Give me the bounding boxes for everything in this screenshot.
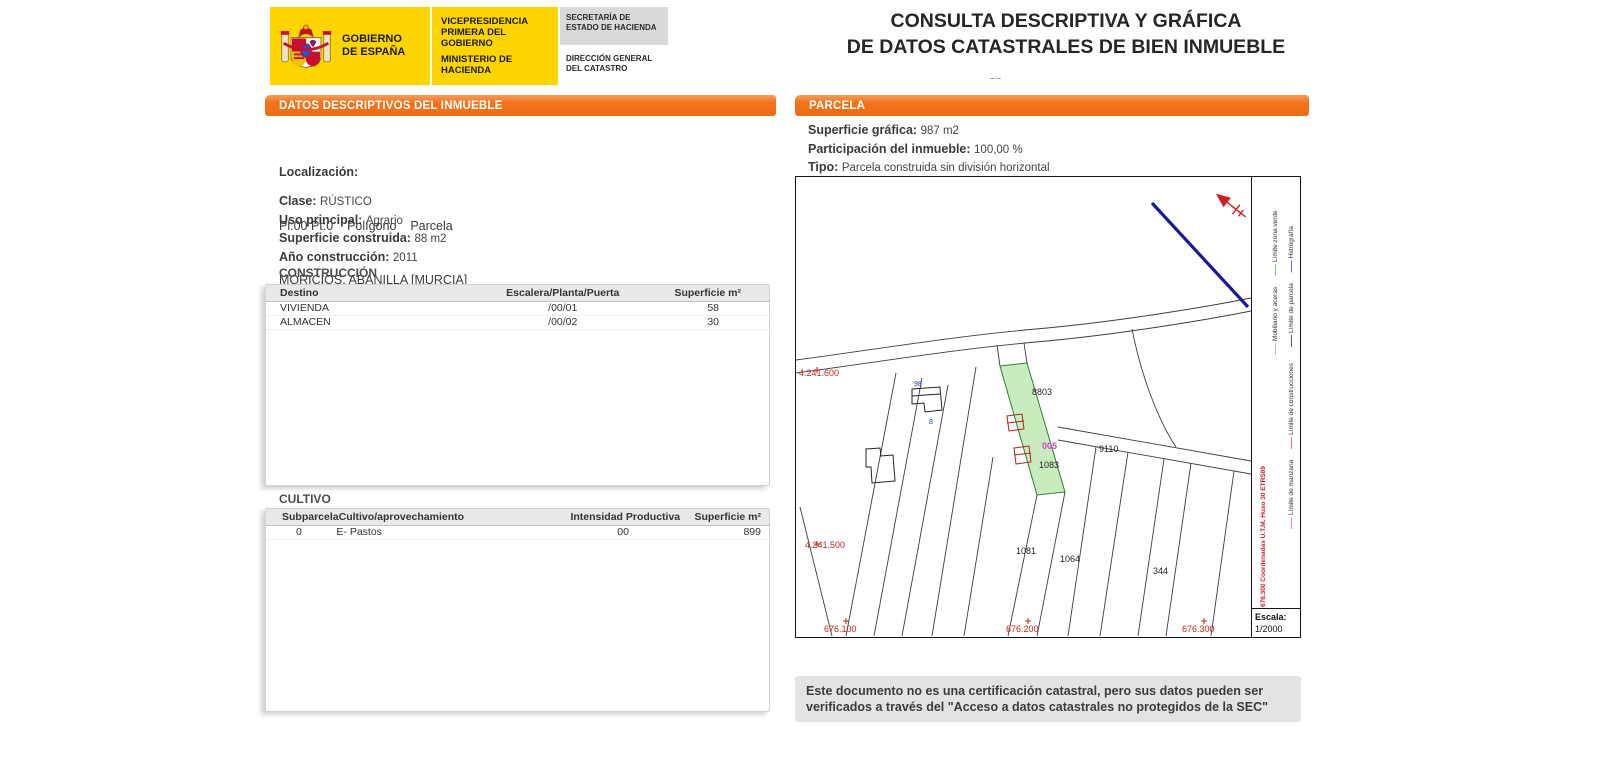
parcel-label: 9110 [1099,444,1118,454]
gobierno-logo: GOBIERNO DE ESPAÑA VICEPRESIDENCIA PRIME… [270,7,668,85]
col-superficie: Superficie m² [633,285,769,301]
construccion-table: Destino Escalera/Planta/Puerta Superfici… [265,284,770,486]
page-title: CONSULTA DESCRIPTIVA Y GRÁFICA DE DATOS … [830,8,1302,91]
legend-group-mobiliario-zonaverde: Mobiliario y aceras Límite zona verde [1272,201,1279,355]
parcel-label: 344 [1153,566,1168,576]
legend-item: Límite de parcela [1288,283,1295,347]
section-header-parcela: PARCELA [795,95,1309,116]
legend-group-manzana-construcciones: Límite de manzana Límite de construccion… [1288,354,1295,529]
coord-label-x: 676.100 [824,624,857,634]
parcel-label: 8803 [1032,387,1052,397]
cultivo-table: Subparcela Cultivo/aprovechamiento Inten… [265,508,770,712]
col-escalera-planta-puerta: Escalera/Planta/Puerta [492,285,633,301]
cultivo-table-header: Subparcela Cultivo/aprovechamiento Inten… [266,509,769,526]
legend-line-swatch [1272,265,1279,276]
legend-item: Límite de manzana [1288,460,1295,529]
disclaimer-note: Este documento no es una certificación c… [795,676,1301,722]
cadastral-map-svg: 8803 9110 1083 1081 1064 344 005 98 8 4.… [796,177,1251,636]
legend-item: Límite zona verde [1272,210,1279,276]
col-cultivo: Cultivo/aprovechamiento [339,509,560,525]
col-superficie: Superficie m² [691,509,769,525]
table-row: 0 E- Pastos 00 899 [266,526,769,540]
localizacion-label: Localización: [279,163,467,181]
legend-line-swatch [1288,438,1295,449]
logo-yellow-cell: GOBIERNO DE ESPAÑA [270,7,430,85]
map-legend: Límite de parcela Hidrografía Límite de … [1251,177,1300,637]
parcel-label: 1064 [1060,554,1080,564]
scale-value: 1/2000 [1255,623,1300,635]
field-anio-construccion: Año construcción: 2011 [279,249,446,268]
north-arrow-icon [1214,190,1250,222]
coord-label-y-bottom: 4.241.500 [805,540,845,550]
field-participacion: Participación del inmueble: 100,00 % [808,141,1050,160]
parcel-label: 1083 [1039,460,1059,470]
highlighted-parcel [1000,363,1065,495]
coord-label-x: 676.300 [1182,624,1215,634]
spanish-coat-of-arms-icon [278,17,334,75]
direccion-general-label: DIRECCIÓN GENERAL DEL CATASTRO [560,45,668,82]
col-subparcela: Subparcela [266,509,339,525]
field-tipo: Tipo: Parcela construida sin división ho… [808,159,1050,178]
building-label: 98 [914,381,922,388]
cadastral-map: 8803 9110 1083 1081 1064 344 005 98 8 4.… [795,176,1301,638]
col-destino: Destino [266,285,492,301]
redacted-reference: –– [990,65,1302,91]
coord-label-x: 676.200 [1006,624,1039,634]
field-uso-principal: Uso principal: Agrario [279,212,446,231]
building-label: 8 [929,419,933,426]
coordinate-system-note: 676.300 Coordenadas U.T.M. Huso 30 ETRS8… [1260,466,1267,607]
col-intensidad: Intensidad Productiva [560,509,691,525]
ministerio-label: MINISTERIO DE HACIENDA [441,54,554,76]
ministry-labels: VICEPRESIDENCIA PRIMERA DEL GOBIERNO MIN… [430,7,558,85]
field-superficie-grafica: Superficie gráfica: 987 m2 [808,122,1050,141]
parcel-boundaries [796,298,1251,636]
vicepresidencia-label: VICEPRESIDENCIA PRIMERA DEL GOBIERNO [441,16,554,49]
table-row: VIVIENDA /00/01 58 [266,302,769,316]
subparcel-label: 005 [1042,441,1057,451]
legend-line-swatch [1288,261,1295,272]
section-header-datos-descriptivos: DATOS DESCRIPTIVOS DEL INMUEBLE [265,95,776,116]
hydrography-line [1152,203,1248,307]
legend-item: Mobiliario y aceras [1272,287,1279,355]
legend-item: Límite de construcciones [1288,363,1295,449]
construccion-table-header: Destino Escalera/Planta/Puerta Superfici… [266,285,769,302]
legend-group-parcela-hidrografia: Límite de parcela Hidrografía [1288,217,1295,347]
map-scale: Escala: 1/2000 [1252,608,1300,637]
parcel-label: 1081 [1016,546,1036,556]
construccion-title: CONSTRUCCIÓN [279,266,377,280]
coordinate-labels: 4.241.600 4.241.500 676.100 676.200 676.… [799,368,1215,634]
gobierno-de-espana-label: GOBIERNO DE ESPAÑA [342,33,405,59]
field-clase: Clase: RÚSTICO [279,193,446,212]
legend-line-swatch [1288,518,1295,529]
parcela-fields: Superficie gráfica: 987 m2 Participación… [808,122,1050,178]
scale-label: Escala: [1255,611,1300,623]
legend-line-swatch [1272,344,1279,355]
cultivo-title: CULTIVO [279,492,331,506]
table-row: ALMACEN /00/02 30 [266,316,769,330]
legend-item: Hidrografía [1288,226,1295,272]
secretaria-label: SECRETARÍA DE ESTADO DE HACIENDA [560,7,668,45]
inmueble-fields: Clase: RÚSTICO Uso principal: Agrario Su… [279,193,446,267]
field-superficie-construida: Superficie construida: 88 m2 [279,230,446,249]
cadastral-document-page: GOBIERNO DE ESPAÑA VICEPRESIDENCIA PRIME… [0,0,1600,759]
legend-line-swatch [1288,336,1295,347]
